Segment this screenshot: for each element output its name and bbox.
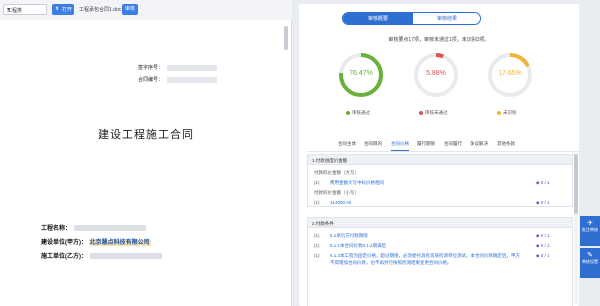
open-file-label: 打开 [62, 7, 73, 13]
item-count: ◆ 0 / 1 [536, 233, 550, 239]
item-count-value: 0 / 1 [540, 253, 550, 258]
list-item-label: 付款的价金额（大写） [314, 170, 359, 175]
list-item-num: (1) [314, 200, 320, 205]
tab-category-6[interactable]: 其他条款 [497, 141, 515, 147]
app-root: 工程类 ▾ ⬆ 打开 工程承包合同1.doc 审核 签字序号： 合同编号： 建设… [0, 0, 600, 306]
edit-icon: ✎ [587, 252, 593, 259]
archive-no-label: 签字序号： [138, 65, 164, 71]
gauge-fail-value: 5.88% [426, 70, 446, 77]
contract-no-label: 合同编号： [138, 77, 164, 83]
list-scrollbar-thumb[interactable] [574, 154, 578, 214]
open-file-button[interactable]: ⬆ 打开 [52, 4, 74, 15]
employer-value[interactable]: 北京慧点科技有限公司 [88, 240, 151, 246]
employer-label: 建设单位(甲方)： [41, 240, 87, 246]
tag-icon: ◆ [536, 253, 540, 258]
archive-no-redacted [167, 64, 218, 71]
section-header: 2.付款条件 [308, 218, 572, 228]
toolbar: 工程类 ▾ ⬆ 打开 工程承包合同1.doc 审核 [0, 0, 292, 20]
legend-pass-label: 审核通过 [352, 110, 370, 115]
item-count-value: 0 / 1 [540, 233, 550, 238]
item-count: ◆ 0 / 1 [536, 253, 550, 259]
item-count: ◆ 0 / 1 [536, 180, 550, 186]
tag-icon: ◆ [536, 233, 540, 238]
archive-no-row: 签字序号： [138, 64, 218, 71]
list-item-link[interactable]: 314000.00 [330, 200, 351, 205]
tag-icon: ◆ [536, 243, 540, 248]
section-payment-amount: 1.付款进度价金额 付款的价金额（大写） (1) 费用金额大写中标价格相同 ◆ … [307, 154, 573, 207]
section-payment-terms: 2.付款条件 (1) 6.1承包方付款期限 ◆ 0 / 1 (1) 6.1.1本… [307, 217, 573, 306]
item-count-value: 0 / 1 [540, 200, 550, 205]
tab-category-4[interactable]: 合同履行 [444, 141, 462, 147]
list-item-num: (1) [314, 180, 320, 185]
tab-review-result[interactable]: 审核结果 [413, 13, 480, 24]
list-item-num: (1) [314, 243, 320, 248]
contractor-row: 施工单位(乙方)： [41, 251, 162, 260]
legend-pass-dot [346, 110, 350, 115]
list-item-link[interactable]: 6.1承包方付款期限 [330, 233, 368, 239]
chevron-down-icon: ▾ [7, 7, 11, 13]
project-name-redacted [74, 225, 147, 232]
project-name-label: 工程名称： [41, 226, 72, 232]
tab-category-3[interactable]: 履行期限 [417, 141, 435, 147]
section-header: 1.付款进度价金额 [308, 155, 572, 165]
tabs-divider [307, 151, 579, 152]
project-name-row: 工程名称： [41, 223, 147, 232]
contractor-redacted [90, 253, 162, 260]
legend-fail-dot [419, 110, 423, 115]
contract-type-select[interactable]: 工程类 ▾ [3, 4, 47, 15]
list-item-label: 付款的价金额（小写） [314, 190, 359, 195]
review-panel: 审核概要 审核结果 审核要点17项，审核未通过1项，未识别3项。 76.47% … [299, 4, 579, 306]
review-button[interactable]: 审核 [122, 4, 138, 15]
list-item-link[interactable]: 费用金额大写中标价格相同 [330, 180, 384, 186]
legend-fail-label: 审核未通过 [425, 110, 448, 115]
tab-category-1[interactable]: 合同目的 [364, 141, 382, 147]
item-count-value: 0 / 1 [540, 243, 550, 248]
upload-icon: ⬆ [55, 6, 60, 12]
legend-unrecognized-label: 未识别 [503, 110, 517, 115]
list-item-link[interactable]: 6.1.3本工程为固定价格，超过期限，必须委托具有资质检测单位测试，本合同价款确… [330, 253, 520, 266]
review-items-list[interactable]: 1.付款进度价金额 付款的价金额（大写） (1) 费用金额大写中标价格相同 ◆ … [307, 154, 573, 306]
document-viewer[interactable]: 签字序号： 合同编号： 建设工程施工合同 工程名称： 建设单位(甲方)： 北京慧… [0, 20, 292, 306]
contractor-label: 施工单位(乙方)： [41, 254, 87, 260]
item-count: ◆ 0 / 1 [536, 200, 550, 206]
review-settings-label: 审核设置 [582, 259, 598, 264]
employer-row: 建设单位(甲方)： 北京慧点科技有限公司 [41, 237, 151, 246]
category-tabs: 合同主体 合同目的 合同价格 履行期限 合同履行 争议解决 其他条款 [319, 141, 579, 151]
list-item-link[interactable]: 6.1.1本合同价款6.1.2期满后 [330, 243, 386, 249]
gauge-fail: 5.88% [412, 51, 460, 99]
item-count-value: 0 / 1 [540, 180, 550, 185]
contract-no-redacted [167, 76, 218, 83]
legend-fail: 审核未通过 [419, 110, 448, 116]
review-settings-button[interactable]: ✎ 审核设置 [580, 248, 600, 278]
tab-review-summary[interactable]: 审核概要 [343, 13, 413, 24]
tab-category-0[interactable]: 合同主体 [338, 141, 356, 147]
gauge-pass: 76.47% [337, 51, 385, 99]
gauge-unrecognized: 17.65% [486, 51, 534, 99]
document-scrollbar[interactable] [284, 26, 288, 50]
tag-icon: ◆ [536, 180, 540, 185]
annotate-review-label: 批注审核 [582, 227, 598, 232]
file-name: 工程承包合同1.doc [79, 7, 122, 13]
contract-no-row: 合同编号： [138, 76, 218, 83]
send-icon: ✈ [587, 220, 593, 227]
legend-pass: 审核通过 [346, 110, 370, 116]
tab-category-2[interactable]: 合同价格 [391, 141, 409, 147]
legend-unrecognized-dot [497, 110, 501, 115]
gauge-pass-value: 76.47% [349, 70, 373, 77]
legend-unrecognized: 未识别 [497, 110, 517, 116]
review-mode-toggle: 审核概要 审核结果 [342, 12, 481, 25]
item-count: ◆ 0 / 1 [536, 243, 550, 249]
list-item-num: (1) [314, 253, 320, 258]
review-summary-text: 审核要点17项，审核未通过1项，未识别3项。 [388, 37, 490, 43]
gauge-unrecognized-value: 17.65% [498, 70, 522, 77]
list-item-num: (1) [314, 233, 320, 238]
document-title: 建设工程施工合同 [98, 128, 194, 141]
annotate-review-button[interactable]: ✈ 批注审核 [580, 216, 600, 246]
tag-icon: ◆ [536, 200, 540, 205]
tab-category-5[interactable]: 争议解决 [470, 141, 488, 147]
